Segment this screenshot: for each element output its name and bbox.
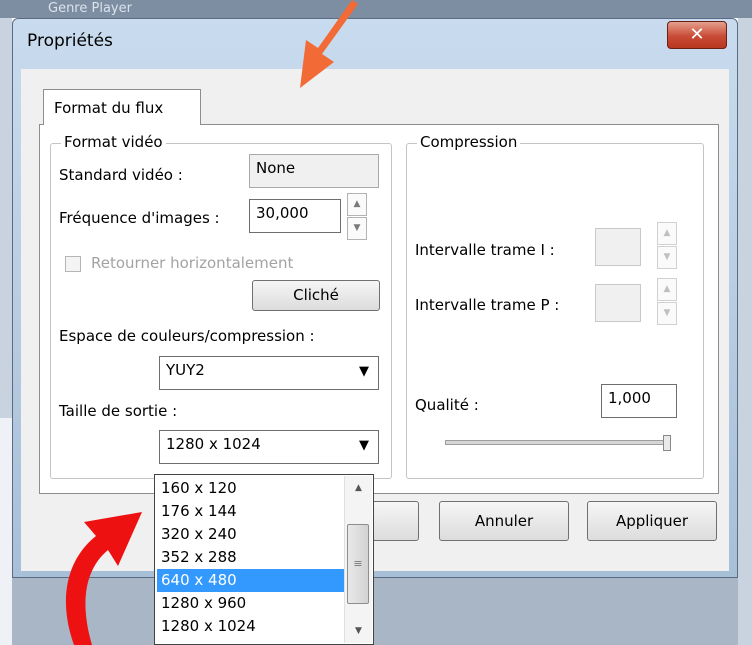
dialog-client-area: Format du flux Format vidéo Standard vid… [21,69,729,571]
compression-group: Compression Intervalle trame I : ▲ ▼ Int… [406,133,704,479]
flip-horizontal-label: Retourner horizontalement [91,254,294,272]
dropdown-option[interactable]: 1280 x 1024 [157,615,345,638]
apply-button[interactable]: Appliquer [587,501,717,541]
video-standard-label: Standard vidéo : [59,166,183,184]
background-window-title: Genre Player [48,1,132,16]
cancel-button[interactable]: Annuler [439,501,569,541]
spin-up-icon[interactable]: ▲ [347,193,367,216]
colorspace-label: Espace de couleurs/compression : [59,327,315,345]
close-icon: ✕ [689,24,705,45]
p-frame-input[interactable] [595,284,641,322]
frame-rate-input[interactable]: 30,000 [249,199,341,233]
video-standard-field: None [249,154,379,188]
snapshot-button[interactable]: Cliché [252,280,380,311]
dropdown-option[interactable]: 1280 x 960 [157,592,345,615]
scroll-up-icon[interactable]: ▲ [345,478,372,498]
background-window-bar: Genre Player [0,0,752,18]
dropdown-scrollbar[interactable]: ▲ ≡ ▼ [344,476,372,643]
dialog-title: Propriétés [27,31,113,51]
dropdown-option[interactable]: 176 x 144 [157,500,345,523]
flip-horizontal-checkbox[interactable] [65,256,81,272]
compression-legend: Compression [417,133,521,151]
quality-slider-track[interactable] [445,440,671,445]
background-bottom [12,578,738,645]
scrollbar-thumb[interactable]: ≡ [347,524,369,604]
close-button[interactable]: ✕ [667,21,727,49]
dropdown-option[interactable]: 160 x 120 [157,477,345,500]
colorspace-value: YUY2 [166,361,205,379]
properties-dialog: Propriétés ✕ Format du flux Format vidéo… [12,18,738,578]
video-format-group: Format vidéo Standard vidéo : None Fréqu… [50,133,392,479]
i-frame-spinner[interactable]: ▲ ▼ [657,222,677,270]
output-size-dropdown-list: 160 x 120 176 x 144 320 x 240 352 x 288 640 … [154,474,374,645]
dropdown-option[interactable]: 352 x 288 [157,546,345,569]
dropdown-option[interactable]: 640 x 480 [157,569,345,592]
p-frame-label: Intervalle trame P : [415,296,560,314]
chevron-down-icon[interactable]: ▼ [353,434,375,458]
spin-up-icon[interactable]: ▲ [657,222,677,245]
i-frame-label: Intervalle trame I : [415,241,555,259]
output-size-select[interactable]: 1280 x 1024 ▼ [159,430,379,464]
quality-label: Qualité : [415,396,479,414]
spin-down-icon[interactable]: ▼ [347,217,367,240]
spin-down-icon[interactable]: ▼ [657,246,677,269]
quality-slider-thumb[interactable] [663,435,671,451]
frame-rate-spinner[interactable]: ▲ ▼ [347,193,367,241]
video-format-legend: Format vidéo [61,133,166,151]
colorspace-select[interactable]: YUY2 ▼ [159,356,379,390]
scroll-down-icon[interactable]: ▼ [345,621,372,641]
output-size-value: 1280 x 1024 [166,435,261,453]
chevron-down-icon[interactable]: ▼ [353,360,375,384]
i-frame-input[interactable] [595,228,641,266]
p-frame-spinner[interactable]: ▲ ▼ [657,278,677,326]
dropdown-option[interactable]: 320 x 240 [157,523,345,546]
frame-rate-label: Fréquence d'images : [59,209,220,227]
tab-page: Format vidéo Standard vidéo : None Fréqu… [39,124,719,494]
background-right [738,18,752,645]
ok-button[interactable] [371,501,419,541]
output-size-label: Taille de sortie : [59,402,178,420]
tab-stream-format[interactable]: Format du flux [43,89,201,125]
quality-input[interactable]: 1,000 [601,384,677,418]
spin-up-icon[interactable]: ▲ [657,278,677,301]
spin-down-icon[interactable]: ▼ [657,302,677,325]
